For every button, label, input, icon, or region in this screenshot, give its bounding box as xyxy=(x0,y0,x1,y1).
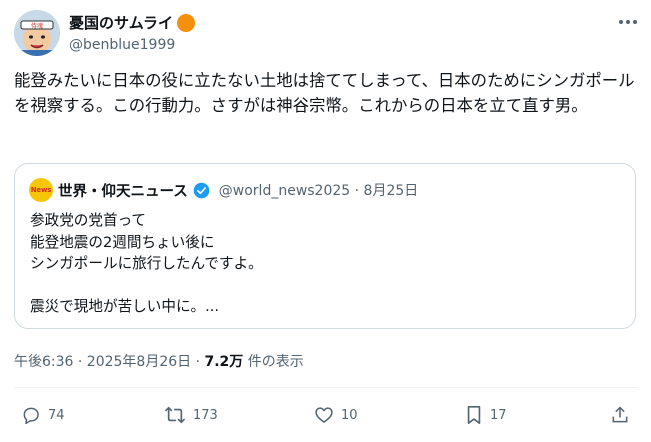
reply-button[interactable]: 74 xyxy=(21,405,65,425)
reply-count: 74 xyxy=(48,407,65,423)
author-name-row[interactable]: 憂国のサムライ xyxy=(69,12,195,33)
reply-icon xyxy=(23,407,39,425)
like-icon xyxy=(315,407,333,423)
quoted-handle-date: @world_news2025 · 8月25日 xyxy=(218,183,419,199)
org-badge-icon xyxy=(176,13,195,32)
quoted-tweet-header: News 世界・仰天ニュース @world_news2025 · 8月25日 xyxy=(29,178,418,202)
more-icon xyxy=(619,20,637,24)
repost-icon xyxy=(164,406,186,424)
like-button[interactable]: 10 xyxy=(314,405,358,425)
more-options-button[interactable] xyxy=(617,11,639,33)
verified-icon xyxy=(193,182,210,198)
bookmark-button[interactable]: 17 xyxy=(465,405,507,425)
author-handle[interactable]: @benblue1999 xyxy=(69,37,175,53)
tweet-text: 能登みたいに日本の役に立たない土地は捨ててしまって、日本のためにシンガポールを視… xyxy=(14,71,635,115)
repost-count: 173 xyxy=(193,407,218,423)
quoted-tweet-text: 参政党の党首って 能登地震の2週間ちょい後に シンガポールに旅行したんですよ。 … xyxy=(30,212,263,315)
quoted-avatar[interactable]: News xyxy=(29,178,53,202)
bookmark-icon xyxy=(467,406,481,424)
share-icon xyxy=(612,406,628,423)
headband-text: 侍魂 xyxy=(31,22,43,30)
bookmark-count: 17 xyxy=(490,407,507,423)
tweet-timestamp[interactable]: 午後6:36 · 2025年8月26日 · xyxy=(14,354,205,370)
quoted-avatar-text: News xyxy=(30,186,52,194)
samurai-avatar-image: 侍魂 xyxy=(14,10,60,56)
author-name[interactable]: 憂国のサムライ xyxy=(69,12,173,33)
divider xyxy=(14,387,638,388)
author-avatar[interactable]: 侍魂 xyxy=(14,10,60,56)
views-label: 件の表示 xyxy=(243,354,304,370)
repost-button[interactable]: 173 xyxy=(164,405,218,425)
like-count: 10 xyxy=(341,407,358,423)
share-button[interactable] xyxy=(610,405,630,425)
quoted-author-name[interactable]: 世界・仰天ニュース xyxy=(58,180,188,201)
quoted-tweet-card[interactable]: News 世界・仰天ニュース @world_news2025 · 8月25日 参… xyxy=(14,163,636,329)
view-count: 7.2万 xyxy=(204,354,244,370)
tweet-meta: 午後6:36 · 2025年8月26日 · 7.2万 件の表示 xyxy=(14,351,304,371)
